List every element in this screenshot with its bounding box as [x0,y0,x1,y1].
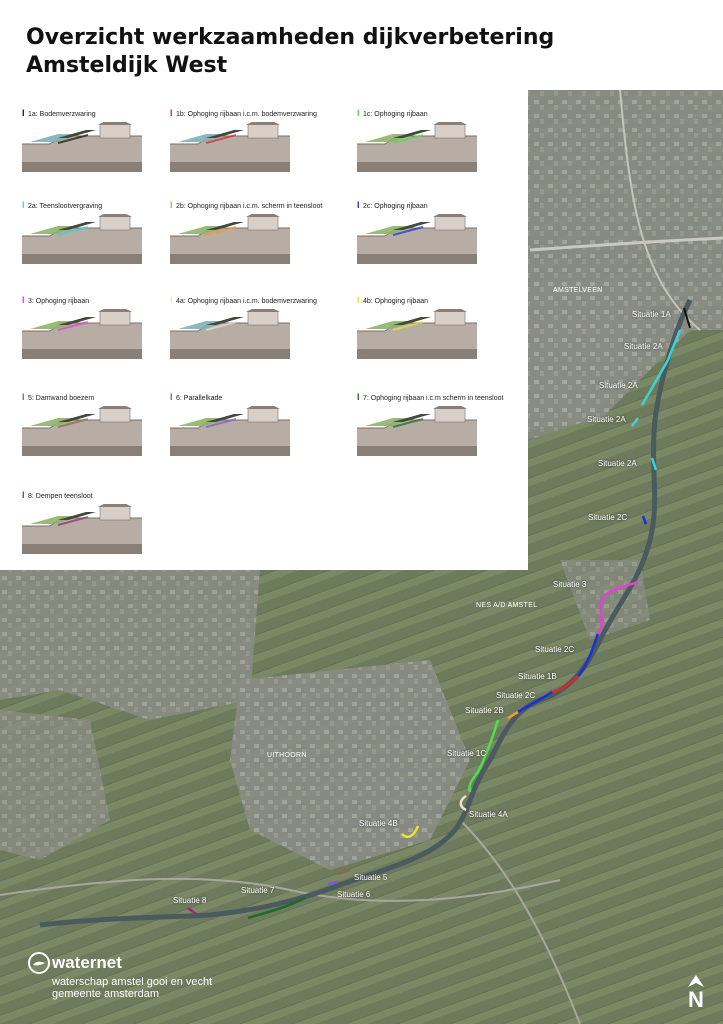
legend-label: I 3: Ophoging rijbaan [22,295,89,307]
cross-section-illustration [170,309,290,359]
label-situatie-2b[interactable]: Situatie 2B [465,706,504,715]
label-situatie-7[interactable]: Situatie 7 [241,886,274,895]
legend-label: I 8: Dempen teensloot [22,490,93,502]
legend-text: 5: Damwand boezem [28,395,95,402]
label-situatie-2a[interactable]: Situatie 2A [598,459,637,468]
label-situatie-6[interactable]: Situatie 6 [337,890,370,899]
cross-section-illustration [357,122,477,172]
label-situatie-1c[interactable]: Situatie 1C [447,749,486,758]
legend-text: 1c: Ophoging rijbaan [363,111,428,118]
legend-text: 7: Ophoging rijbaan i.c.m scherm in teen… [363,395,504,402]
label-situatie-4a[interactable]: Situatie 4A [469,810,508,819]
label-situatie-2c[interactable]: Situatie 2C [588,513,627,522]
logo-subtitle-1: waterschap amstel gooi en vecht [52,976,213,988]
legend-label: I 1c: Ophoging rijbaan [357,108,428,120]
label-situatie-1b[interactable]: Situatie 1B [518,672,557,681]
label-situatie-1a[interactable]: Situatie 1A [632,310,671,319]
legend-label: I 4a: Ophoging rijbaan i.c.m. bodemverzwa… [170,295,317,307]
legend-text: 4a: Ophoging rijbaan i.c.m. bodemverzwar… [176,298,317,305]
legend-text: 6: Parallelkade [176,395,223,402]
cross-section-illustration [170,214,290,264]
waternet-drop-icon [28,952,50,974]
cross-section-illustration [357,214,477,264]
legend-text: 3: Ophoging rijbaan [28,298,90,305]
legend-label: I 4b: Ophoging rijbaan [357,295,428,307]
label-situatie-2a[interactable]: Situatie 2A [599,381,638,390]
legend-text: 4b: Ophoging rijbaan [363,298,428,305]
title-line-2: Amsteldijk West [26,53,228,78]
label-situatie-2a[interactable]: Situatie 2A [587,415,626,424]
legend-text: 2b: Ophoging rijbaan i.c.m. scherm in te… [176,203,323,210]
label-situatie-8[interactable]: Situatie 8 [173,896,206,905]
north-arrow: N [684,975,708,1015]
legend-label: I 2b: Ophoging rijbaan i.c.m. scherm in t… [170,200,322,212]
north-letter: N [688,987,704,1012]
label-situatie-2c[interactable]: Situatie 2C [496,691,535,700]
legend-text: 2c: Ophoging rijbaan [363,203,428,210]
cross-section-illustration [22,309,142,359]
logo-name: waternet [52,953,122,972]
label-situatie-3[interactable]: Situatie 3 [553,580,586,589]
page-title: Overzicht werkzaamheden dijkverbetering … [26,24,554,80]
cross-section-illustration [170,406,290,456]
legend-label: I 2c: Ophoging rijbaan [357,200,428,212]
label-situatie-4b[interactable]: Situatie 4B [359,819,398,828]
place-uithoorn: UITHOORN [267,752,307,759]
place-amstelveen: AMSTELVEEN [553,287,603,294]
legend-label: I 5: Damwand boezem [22,392,94,404]
cross-section-illustration [22,504,142,554]
legend-text: 1b: Ophoging rijbaan i.c.m. bodemverzwar… [176,111,317,118]
cross-section-illustration [22,406,142,456]
cross-section-illustration [170,122,290,172]
legend-text: 8: Dempen teensloot [28,493,93,500]
legend-panel: I 1a: Bodemverzwaring I 1b: Ophoging rijbaa… [0,90,528,570]
cross-section-illustration [357,309,477,359]
logo-subtitle-2: gemeente amsterdam [52,988,159,1000]
label-situatie-5[interactable]: Situatie 5 [354,873,387,882]
legend-label: I 1a: Bodemverzwaring [22,108,96,120]
legend-text: 1a: Bodemverzwaring [28,111,96,118]
legend-label: I 6: Parallelkade [170,392,222,404]
legend-text: 2a: Teenslootvergraving [28,203,103,210]
label-situatie-2a[interactable]: Situatie 2A [624,342,663,351]
title-line-1: Overzicht werkzaamheden dijkverbetering [26,25,555,50]
cross-section-illustration [22,122,142,172]
cross-section-illustration [357,406,477,456]
label-situatie-2c[interactable]: Situatie 2C [535,645,574,654]
legend-label: I 7: Ophoging rijbaan i.c.m scherm in tee… [357,392,503,404]
place-nes: NES A/D AMSTEL [476,602,538,609]
legend-label: I 2a: Teenslootvergraving [22,200,102,212]
legend-label: I 1b: Ophoging rijbaan i.c.m. bodemverzwa… [170,108,317,120]
cross-section-illustration [22,214,142,264]
